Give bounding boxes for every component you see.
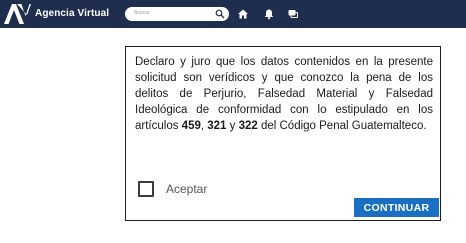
article-459: 459	[181, 120, 201, 132]
declaration-text: Declaro y juro que los datos contenidos …	[135, 56, 433, 132]
search-input[interactable]: Buscar	[134, 10, 150, 16]
continue-button[interactable]: CONTINUAR	[354, 198, 439, 217]
bell-icon[interactable]	[263, 8, 275, 20]
article-321: 321	[207, 120, 227, 132]
home-icon[interactable]	[237, 8, 249, 20]
declaration-dialog: Declaro y juro que los datos contenidos …	[125, 46, 441, 221]
search-bar[interactable]: Buscar	[125, 7, 229, 21]
search-icon[interactable]	[215, 9, 225, 19]
chat-icon[interactable]	[287, 8, 299, 20]
accept-checkbox[interactable]	[138, 181, 154, 197]
top-navigation-bar: Agencia Virtual Buscar	[0, 0, 466, 28]
agency-logo-icon[interactable]	[3, 3, 31, 25]
app-title: Agencia Virtual	[35, 8, 110, 19]
article-322: 322	[238, 120, 258, 132]
accept-label[interactable]: Aceptar	[166, 182, 207, 196]
accept-row[interactable]: Aceptar	[138, 181, 207, 197]
